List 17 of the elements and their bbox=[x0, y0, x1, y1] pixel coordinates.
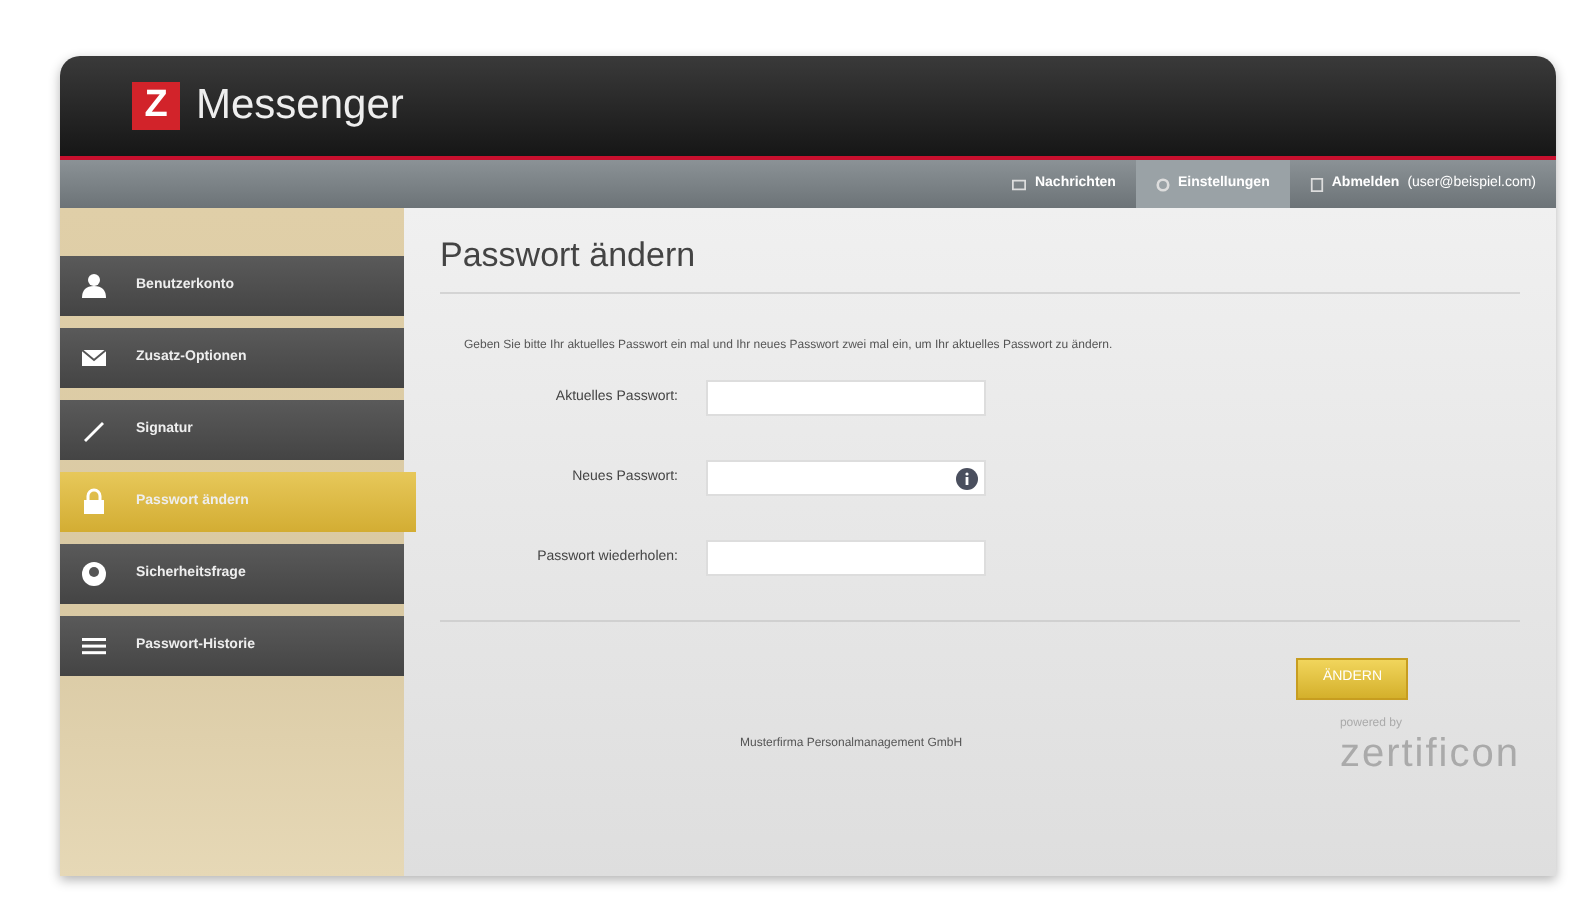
brand-logo-text: zertificon bbox=[1339, 733, 1520, 774]
info-icon[interactable] bbox=[956, 468, 978, 491]
logo-mark: Z bbox=[132, 82, 180, 130]
password-field[interactable] bbox=[706, 380, 986, 417]
page-title: Passwort ändern bbox=[440, 236, 1520, 295]
envelope-icon bbox=[80, 344, 108, 372]
lock-icon bbox=[80, 488, 108, 516]
password-field[interactable] bbox=[706, 540, 986, 577]
password-field[interactable] bbox=[706, 460, 986, 497]
gear-icon bbox=[1155, 177, 1170, 191]
person-icon bbox=[80, 272, 108, 300]
envelope-icon bbox=[1012, 177, 1027, 191]
app-title: Messenger bbox=[196, 80, 404, 133]
list-icon bbox=[80, 632, 108, 660]
pen-icon bbox=[80, 416, 108, 444]
door-icon bbox=[1309, 177, 1324, 191]
help-circle-icon bbox=[80, 560, 108, 588]
